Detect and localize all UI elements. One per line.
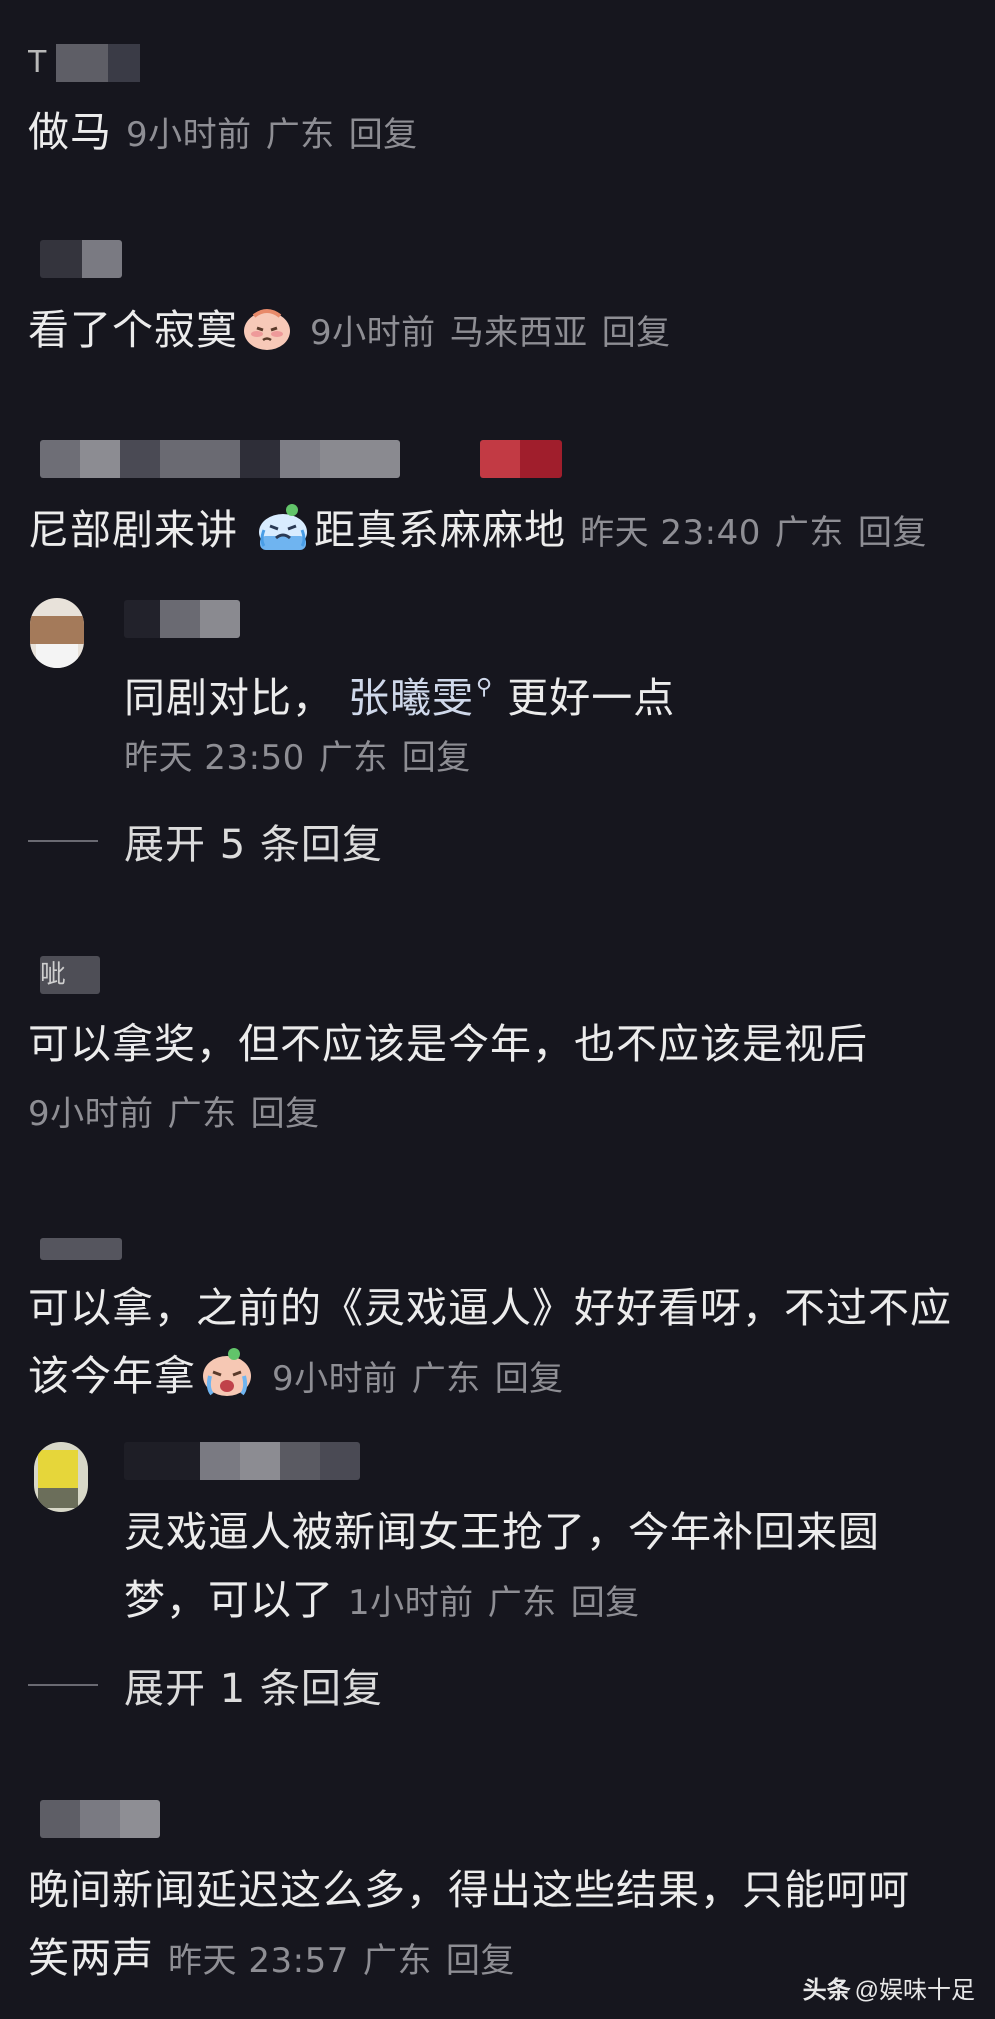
username-blurred[interactable]: T <box>28 44 158 82</box>
comment-text: 可以拿，之前的《灵戏逼人》好好看呀，不过不应 <box>28 1284 952 1332</box>
comment-meta: 昨天 23:40 广东 回复 <box>580 513 927 553</box>
reply-button[interactable]: 回复 <box>602 313 671 353</box>
comment-meta: 9小时前 广东 回复 <box>28 1094 320 1134</box>
comment-text: 做马 <box>28 108 112 156</box>
expand-replies-button[interactable]: 展开 1 条回复 <box>28 1656 383 1714</box>
comment-6-line-1: 晚间新闻延迟这么多，得出这些结果，只能呵呵 <box>28 1862 910 1918</box>
reply-button[interactable]: 回复 <box>349 115 418 155</box>
reply-meta: 昨天 23:50 广东 回复 <box>124 738 471 778</box>
comment-meta: 9小时前 马来西亚 回复 <box>310 313 671 353</box>
reply-text: 灵戏逼人被新闻女王抢了，今年补回来圆 <box>124 1508 880 1556</box>
comment-1: 做马 9小时前 广东 回复 <box>28 104 432 163</box>
pleading-face-icon <box>242 304 292 366</box>
comment-2: 看了个寂寞 9小时前 马来西亚 回复 <box>28 302 685 366</box>
crying-face-icon <box>200 1346 254 1412</box>
reply-button[interactable]: 回复 <box>495 1359 564 1399</box>
search-icon[interactable]: ⚲ <box>476 675 493 700</box>
watermark-handle: @娱味十足 <box>854 1977 975 2004</box>
reply-button[interactable]: 回复 <box>858 513 927 553</box>
divider <box>28 840 98 842</box>
reply-text: 同剧对比， <box>124 674 349 722</box>
username-blurred[interactable] <box>40 1800 160 1838</box>
comment-6-line-2: 笑两声 昨天 23:57 广东 回复 <box>28 1930 529 1989</box>
avatar[interactable] <box>34 1442 88 1512</box>
comment-3: 尼部剧来讲 距真系麻麻地 昨天 23:40 广东 回复 <box>28 500 941 566</box>
avatar[interactable] <box>30 598 84 668</box>
watermark-brand: 头条 <box>802 1977 851 2004</box>
reply-1: 同剧对比， 张曦雯⚲ 更好一点 <box>124 674 676 722</box>
comment-5-line-1: 可以拿，之前的《灵戏逼人》好好看呀，不过不应 <box>28 1280 952 1336</box>
comment-screen: { "comments": [ { "user_fragment": "T", … <box>0 0 995 2019</box>
mentioned-name-link[interactable]: 张曦雯 <box>348 674 474 722</box>
crying-face-icon <box>256 500 310 566</box>
comment-text: 晚间新闻延迟这么多，得出这些结果，只能呵呵 <box>28 1866 910 1914</box>
comment-meta: 9小时前 广东 回复 <box>126 115 418 155</box>
reply-button[interactable]: 回复 <box>571 1583 640 1623</box>
comment-5-line-2: 该今年拿 9小时前 广东 回复 <box>28 1346 578 1412</box>
reply-button[interactable]: 回复 <box>446 1941 515 1981</box>
username-blurred[interactable] <box>124 1442 360 1480</box>
username-blurred[interactable] <box>40 1238 122 1260</box>
username-blurred[interactable]: 呲 <box>40 956 100 994</box>
reply-2-line-1: 灵戏逼人被新闻女王抢了，今年补回来圆 <box>124 1504 880 1560</box>
comment-meta: 9小时前 广东 回复 <box>272 1359 564 1399</box>
comment-meta: 昨天 23:57 广东 回复 <box>168 1941 515 1981</box>
divider <box>28 1684 98 1686</box>
comment-text: 看了个寂寞 <box>28 306 238 354</box>
comment-text: 可以拿奖，但不应该是今年，也不应该是视后 <box>28 1020 868 1068</box>
watermark: 头条 @娱味十足 <box>803 1970 975 2005</box>
reply-button[interactable]: 回复 <box>402 738 471 778</box>
comment-4: 可以拿奖，但不应该是今年，也不应该是视后 <box>28 1016 868 1072</box>
reply-button[interactable]: 回复 <box>251 1094 320 1134</box>
expand-replies-button[interactable]: 展开 5 条回复 <box>28 812 383 870</box>
reply-2-line-2: 梦，可以了 1小时前 广东 回复 <box>124 1572 654 1631</box>
username-blurred[interactable] <box>40 440 400 478</box>
username-blurred[interactable] <box>40 240 122 278</box>
reply-meta: 1小时前 广东 回复 <box>348 1583 640 1623</box>
username-blurred[interactable] <box>124 600 240 638</box>
user-badge-blurred <box>480 440 562 478</box>
comment-text: 尼部剧来讲 <box>28 506 253 554</box>
